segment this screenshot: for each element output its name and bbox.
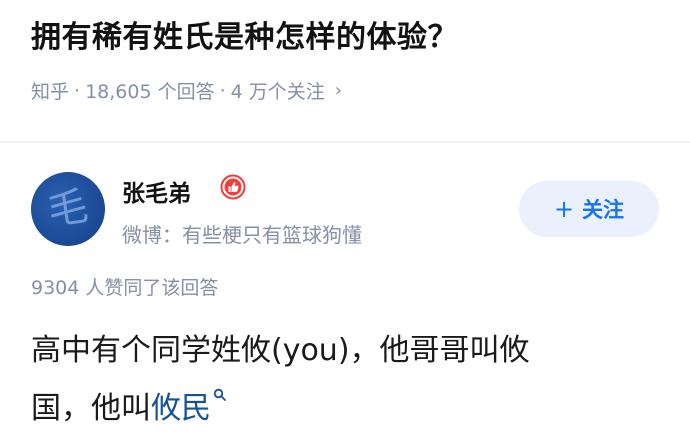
search-icon[interactable] xyxy=(213,375,227,401)
search-link[interactable]: 攸民 xyxy=(151,391,211,426)
answer-text-line-2[interactable]: 国，他叫攸民 xyxy=(31,383,227,427)
question-meta[interactable]: 知乎 · 18,605 个回答 · 4 万个关注 › xyxy=(31,77,342,104)
meta-separator: · xyxy=(74,79,81,102)
source-label: 知乎 xyxy=(31,81,70,103)
answer-text-prefix: 国，他叫 xyxy=(31,391,151,426)
followers-count: 4 万个关注 xyxy=(230,81,325,103)
avatar-image: 毛 xyxy=(45,183,91,234)
answers-count: 18,605 个回答 xyxy=(85,81,215,103)
answer-text-line-1[interactable]: 高中有个同学姓攸(you)，他哥哥叫攸 xyxy=(31,325,530,369)
plus-icon: + xyxy=(553,195,575,223)
follow-button[interactable]: + 关注 xyxy=(519,181,659,237)
meta-separator: · xyxy=(219,79,226,102)
vote-summary: 9304 人赞同了该回答 xyxy=(31,277,219,299)
follow-button-label: 关注 xyxy=(582,198,625,222)
author-bio: 微博：有些梗只有篮球狗懂 xyxy=(122,223,362,247)
thumbs-up-badge-icon xyxy=(220,174,246,200)
avatar[interactable]: 毛 xyxy=(31,172,105,246)
author-name[interactable]: 张毛弟 xyxy=(122,174,191,208)
question-title[interactable]: 拥有稀有姓氏是种怎样的体验？ xyxy=(31,12,458,56)
divider xyxy=(0,141,690,143)
avatar-glyph: 毛 xyxy=(45,183,91,234)
chevron-right-icon: › xyxy=(334,80,342,101)
